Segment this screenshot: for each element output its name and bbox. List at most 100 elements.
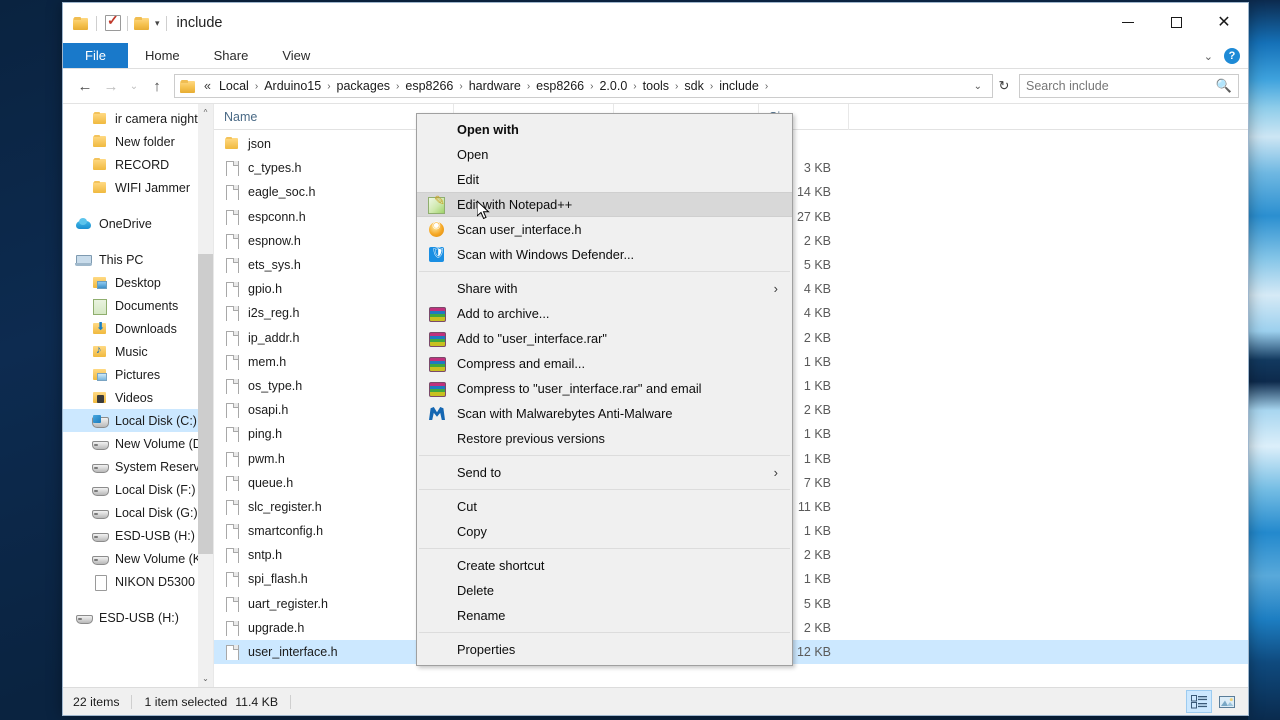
breadcrumb-item-hardware[interactable]: hardware (465, 78, 525, 94)
context-menu-item-add-to-archive[interactable]: Add to archive... (417, 301, 792, 326)
chevron-right-icon[interactable]: › (631, 80, 638, 93)
close-button[interactable]: ✕ (1200, 3, 1248, 41)
help-button[interactable]: ? (1224, 48, 1240, 64)
sidebar-item-new-volume-k[interactable]: New Volume (K:) (63, 547, 213, 570)
context-menu-item-edit-with-notepad[interactable]: Edit with Notepad++ (417, 192, 792, 217)
music-folder-icon (91, 344, 109, 360)
scrollbar-thumb[interactable] (198, 254, 213, 554)
minimize-button[interactable] (1104, 3, 1152, 41)
context-menu-item-compress-and-email[interactable]: Compress and email... (417, 351, 792, 376)
sidebar-item-local-disk-g[interactable]: Local Disk (G:) (63, 501, 213, 524)
address-dropdown-icon[interactable]: ⌄ (968, 81, 988, 92)
breadcrumb-item-esp8266[interactable]: esp8266 (401, 78, 457, 94)
up-button[interactable]: ↑ (144, 73, 170, 99)
breadcrumb-item-tools[interactable]: tools (639, 78, 673, 94)
chevron-right-icon[interactable]: › (394, 80, 401, 93)
breadcrumb-item-local[interactable]: Local (215, 78, 253, 94)
search-input[interactable]: Search include (1026, 79, 1216, 93)
recent-locations-button[interactable]: ⌄ (124, 73, 144, 99)
chevron-right-icon[interactable]: › (325, 80, 332, 93)
large-icons-view-button[interactable] (1214, 690, 1240, 713)
sidebar-item-pictures[interactable]: Pictures (63, 363, 213, 386)
sidebar-item-wifi-jammer[interactable]: WIFI Jammer (63, 176, 213, 199)
sidebar-item-label: ESD-USB (H:) (99, 610, 179, 625)
sidebar-item-ir-camera-night-v[interactable]: ir camera night v (63, 107, 213, 130)
sidebar-item-local-disk-c[interactable]: Local Disk (C:) (63, 409, 213, 432)
breadcrumb-item-sdk[interactable]: sdk (680, 78, 707, 94)
context-menu-item-add-to-user-interface-rar[interactable]: Add to "user_interface.rar" (417, 326, 792, 351)
context-menu-item-compress-to-user-interface-rar-and-email[interactable]: Compress to "user_interface.rar" and ema… (417, 376, 792, 401)
context-menu-item-delete[interactable]: Delete (417, 578, 792, 603)
context-menu-item-scan-with-malwarebytes-anti-malware[interactable]: Scan with Malwarebytes Anti-Malware (417, 401, 792, 426)
chevron-right-icon[interactable]: › (525, 80, 532, 93)
context-menu-item-label: Compress and email... (457, 356, 586, 371)
sidebar-item-new-volume-d[interactable]: New Volume (D:) (63, 432, 213, 455)
navigation-scrollbar[interactable]: ^ ⌄ (198, 104, 213, 687)
sidebar-item-esd-usb-h[interactable]: ESD-USB (H:) (63, 524, 213, 547)
context-menu-item-label: Properties (457, 642, 516, 657)
address-bar[interactable]: « Local › Arduino15 › packages › esp8266… (174, 74, 993, 98)
context-menu-item-edit[interactable]: Edit (417, 167, 792, 192)
breadcrumb-item-packages[interactable]: packages (333, 78, 395, 94)
sidebar-item-nikon-d5300-m[interactable]: NIKON D5300 (M (63, 570, 213, 593)
sidebar-item-videos[interactable]: Videos (63, 386, 213, 409)
folder-icon[interactable] (73, 16, 88, 30)
sidebar-item-this-pc[interactable]: This PC (63, 248, 213, 271)
context-menu-item-scan-with-windows-defender[interactable]: Scan with Windows Defender... (417, 242, 792, 267)
context-menu-item-rename[interactable]: Rename (417, 603, 792, 628)
checkbox-checked-icon[interactable] (105, 12, 121, 31)
sidebar-item-system-reserved[interactable]: System Reserved (63, 455, 213, 478)
tab-share[interactable]: Share (197, 43, 266, 68)
tab-view[interactable]: View (265, 43, 327, 68)
sidebar-item-downloads[interactable]: Downloads (63, 317, 213, 340)
back-button[interactable]: ← (72, 73, 98, 99)
sidebar-item-onedrive[interactable]: OneDrive (63, 212, 213, 235)
context-menu-item-properties[interactable]: Properties (417, 637, 792, 662)
refresh-button[interactable]: ↻ (993, 78, 1015, 94)
chevron-down-icon[interactable]: ⌄ (1204, 50, 1213, 63)
details-view-button[interactable] (1186, 690, 1212, 713)
chevron-right-icon[interactable]: › (708, 80, 715, 93)
breadcrumb-item-include[interactable]: include (715, 78, 763, 94)
context-menu-item-restore-previous-versions[interactable]: Restore previous versions (417, 426, 792, 451)
sidebar-item-label: Downloads (115, 321, 177, 336)
maximize-button[interactable] (1152, 3, 1200, 41)
tab-file[interactable]: File (63, 43, 128, 68)
search-box[interactable]: Search include 🔍 (1019, 74, 1239, 98)
chevron-right-icon[interactable]: › (588, 80, 595, 93)
breadcrumb: « Local › Arduino15 › packages › esp8266… (199, 78, 968, 94)
context-menu-item-cut[interactable]: Cut (417, 494, 792, 519)
sidebar-item-music[interactable]: Music (63, 340, 213, 363)
chevron-down-icon[interactable]: ▾ (149, 18, 166, 29)
chevron-right-icon[interactable]: › (253, 80, 260, 93)
sidebar-item-documents[interactable]: Documents (63, 294, 213, 317)
context-menu-item-copy[interactable]: Copy (417, 519, 792, 544)
antivirus-scan-icon (427, 220, 448, 238)
breadcrumb-item-esp8266-2[interactable]: esp8266 (532, 78, 588, 94)
chevron-right-icon[interactable]: › (763, 80, 770, 93)
context-menu-item-open-with[interactable]: Open with (417, 117, 792, 142)
context-menu-item-open[interactable]: Open (417, 142, 792, 167)
tab-home[interactable]: Home (128, 43, 197, 68)
sidebar-item-record[interactable]: RECORD (63, 153, 213, 176)
chevron-right-icon[interactable]: › (673, 80, 680, 93)
properties-folder-icon[interactable] (134, 16, 149, 30)
chevron-right-icon[interactable]: › (457, 80, 464, 93)
scroll-down-icon[interactable]: ⌄ (198, 670, 213, 687)
context-menu-item-scan-user-interface-h[interactable]: Scan user_interface.h (417, 217, 792, 242)
forward-button[interactable]: → (98, 73, 124, 99)
scroll-up-icon[interactable]: ^ (198, 104, 213, 121)
sidebar-item-esd-usb-h[interactable]: ESD-USB (H:) (63, 606, 213, 629)
sidebar-item-label: Local Disk (C:) (115, 413, 197, 428)
sidebar-item-desktop[interactable]: Desktop (63, 271, 213, 294)
sidebar-item-local-disk-f[interactable]: Local Disk (F:) (63, 478, 213, 501)
context-menu-item-share-with[interactable]: Share with › (417, 276, 792, 301)
breadcrumb-overflow[interactable]: « (199, 78, 215, 94)
sidebar-item-new-folder[interactable]: New folder (63, 130, 213, 153)
context-menu-item-send-to[interactable]: Send to › (417, 460, 792, 485)
file-icon (224, 209, 241, 225)
breadcrumb-item-version[interactable]: 2.0.0 (595, 78, 631, 94)
breadcrumb-item-arduino15[interactable]: Arduino15 (260, 78, 325, 94)
context-menu-item-create-shortcut[interactable]: Create shortcut (417, 553, 792, 578)
navigation-pane: ir camera night v New folder RECORD WIFI Ja… (63, 104, 213, 687)
